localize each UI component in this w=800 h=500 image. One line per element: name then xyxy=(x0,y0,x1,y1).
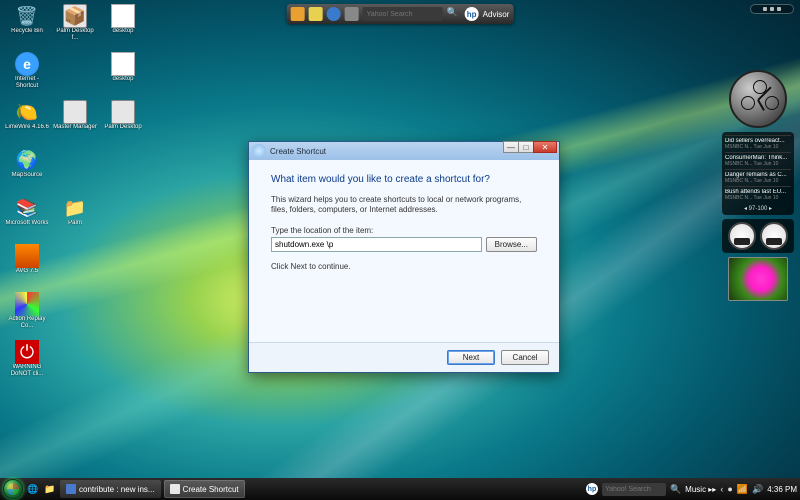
wizard-orb-icon xyxy=(252,144,266,158)
window-title: Create Shortcut xyxy=(270,147,326,156)
icon-label: Palm Desktop f... xyxy=(53,28,97,41)
icon-label: LimeWire 4.16.6 xyxy=(5,124,49,131)
desktop-icon[interactable]: 🗑️Recycle Bin xyxy=(4,4,50,50)
icon-label: Recycle Bin xyxy=(11,28,43,35)
wizard-description: This wizard helps you to create shortcut… xyxy=(271,195,537,216)
dock-search-input[interactable] xyxy=(363,7,443,21)
wizard-footer: Next Cancel xyxy=(249,342,559,372)
news-item[interactable]: Bush attends last EU...MSNBC N... Tue Ju… xyxy=(725,186,791,203)
volume-icon[interactable]: 🔊 xyxy=(752,484,763,495)
icon-label: AVG 7.5 xyxy=(16,268,38,275)
location-label: Type the location of the item: xyxy=(271,226,537,235)
desktop-icon[interactable]: AVG 7.5 xyxy=(4,244,50,290)
maximize-button[interactable]: □ xyxy=(518,141,534,153)
desktop-icon[interactable]: 🍋LimeWire 4.16.6 xyxy=(4,100,50,146)
tray-icon[interactable]: ● xyxy=(727,484,732,494)
icon-label: Action Replay Co... xyxy=(5,316,49,329)
next-button[interactable]: Next xyxy=(447,350,495,365)
minimize-button[interactable]: — xyxy=(503,141,519,153)
cancel-button[interactable]: Cancel xyxy=(501,350,549,365)
tray-chevron-icon[interactable]: ‹ xyxy=(720,484,723,494)
taskbar-task[interactable]: Create Shortcut xyxy=(164,480,245,498)
hp-logo-icon[interactable]: hp xyxy=(586,483,598,495)
icon-label: Master Manager xyxy=(53,124,97,131)
hp-logo-icon[interactable]: hp xyxy=(465,7,479,21)
wizard-hint: Click Next to continue. xyxy=(271,262,537,272)
news-item[interactable]: Danger remains as C...MSNBC N... Tue Jun… xyxy=(725,169,791,186)
ram-gauge-icon xyxy=(760,222,788,250)
quicklaunch-icon[interactable]: 📁 xyxy=(43,482,57,496)
dock-note-icon[interactable] xyxy=(309,7,323,21)
news-gadget[interactable]: Did sellers overreact...MSNBC N... Tue J… xyxy=(722,132,794,215)
power-icon: ⏻ xyxy=(15,340,39,364)
icon-label: Microsoft Works xyxy=(6,220,49,227)
search-icon[interactable]: 🔍 xyxy=(670,484,681,495)
desktop-icon[interactable]: 📚Microsoft Works xyxy=(4,196,50,242)
news-item[interactable]: ConsumerMan: Think...MSNBC N... Tue Jun … xyxy=(725,152,791,169)
wizard-heading: What item would you like to create a sho… xyxy=(271,174,537,185)
quicklaunch-icon[interactable]: 🌐 xyxy=(26,482,40,496)
icon-label: desktop xyxy=(112,76,133,83)
app-icon xyxy=(66,484,76,494)
cpu-gauge-icon xyxy=(728,222,756,250)
close-button[interactable]: ✕ xyxy=(533,141,557,153)
desktop-icon[interactable]: Palm Desktop xyxy=(100,100,146,146)
taskbar: 🌐 📁 contribute : new ins... Create Short… xyxy=(0,478,800,500)
works-icon: 📚 xyxy=(15,196,39,220)
icon-label: Palm Desktop xyxy=(104,124,141,131)
desktop-icon[interactable]: Master Manager xyxy=(52,100,98,146)
sidebar: Did sellers overreact...MSNBC N... Tue J… xyxy=(720,70,796,301)
create-shortcut-window: Create Shortcut — □ ✕ What item would yo… xyxy=(248,141,560,373)
icon-label: MapSource xyxy=(12,172,43,179)
desktop-icon[interactable]: Action Replay Co... xyxy=(4,292,50,338)
file-icon xyxy=(111,4,135,28)
search-icon[interactable]: 🔍 xyxy=(447,7,461,21)
globe-icon: 🌍 xyxy=(15,148,39,172)
desktop-icon[interactable]: eInternet - Shortcut xyxy=(4,52,50,98)
clock-gadget[interactable] xyxy=(729,70,787,128)
cpu-gadget[interactable] xyxy=(722,219,794,253)
news-pager[interactable]: ◂ 97-100 ▸ xyxy=(725,203,791,212)
dock-icon[interactable] xyxy=(345,7,359,21)
recycle-bin-icon: 🗑️ xyxy=(15,4,39,28)
network-icon[interactable]: 📶 xyxy=(737,484,748,495)
news-item[interactable]: Did sellers overreact...MSNBC N... Tue J… xyxy=(725,135,791,152)
folder-icon: 📁 xyxy=(63,196,87,220)
tray-search-input[interactable] xyxy=(602,483,666,496)
desktop-icon[interactable]: 📁Palm xyxy=(52,196,98,242)
icon-label: Internet - Shortcut xyxy=(5,76,49,89)
slideshow-gadget[interactable] xyxy=(728,257,788,301)
action-replay-icon xyxy=(15,292,39,316)
system-tray: hp 🔍 Music ▸▸ ‹ ● 📶 🔊 4:36 PM xyxy=(586,483,797,496)
icon-label: Palm xyxy=(68,220,82,227)
desktop-icon[interactable]: desktop xyxy=(100,4,146,50)
start-button[interactable] xyxy=(3,479,23,499)
desktop-icon-grid: 🗑️Recycle Bin 📦Palm Desktop f... desktop… xyxy=(4,4,146,386)
dock-globe-icon[interactable] xyxy=(327,7,341,21)
dock-icon[interactable] xyxy=(291,7,305,21)
hp-dock: 🔍 hp Advisor xyxy=(287,4,514,24)
sidebar-top-control[interactable] xyxy=(750,4,794,14)
taskbar-task[interactable]: contribute : new ins... xyxy=(60,480,161,498)
icon-label: WARNING DoNOT cli... xyxy=(5,364,49,377)
ie-icon: e xyxy=(15,52,39,76)
titlebar[interactable]: Create Shortcut — □ ✕ xyxy=(249,142,559,160)
desktop-icon[interactable]: desktop xyxy=(100,52,146,98)
app-icon xyxy=(111,100,135,124)
taskbar-clock[interactable]: 4:36 PM xyxy=(767,485,797,494)
icon-label: desktop xyxy=(112,28,133,35)
browse-button[interactable]: Browse... xyxy=(486,237,537,252)
location-input[interactable] xyxy=(271,237,482,252)
advisor-label[interactable]: Advisor xyxy=(483,10,510,19)
limewire-icon: 🍋 xyxy=(15,100,39,124)
avg-icon xyxy=(15,244,39,268)
desktop-icon[interactable]: 📦Palm Desktop f... xyxy=(52,4,98,50)
music-link[interactable]: Music ▸▸ xyxy=(685,485,716,494)
desktop-icon[interactable]: 🌍MapSource xyxy=(4,148,50,194)
file-icon xyxy=(111,52,135,76)
desktop-icon[interactable]: ⏻WARNING DoNOT cli... xyxy=(4,340,50,386)
app-icon xyxy=(63,100,87,124)
package-icon: 📦 xyxy=(63,4,87,28)
app-icon xyxy=(170,484,180,494)
